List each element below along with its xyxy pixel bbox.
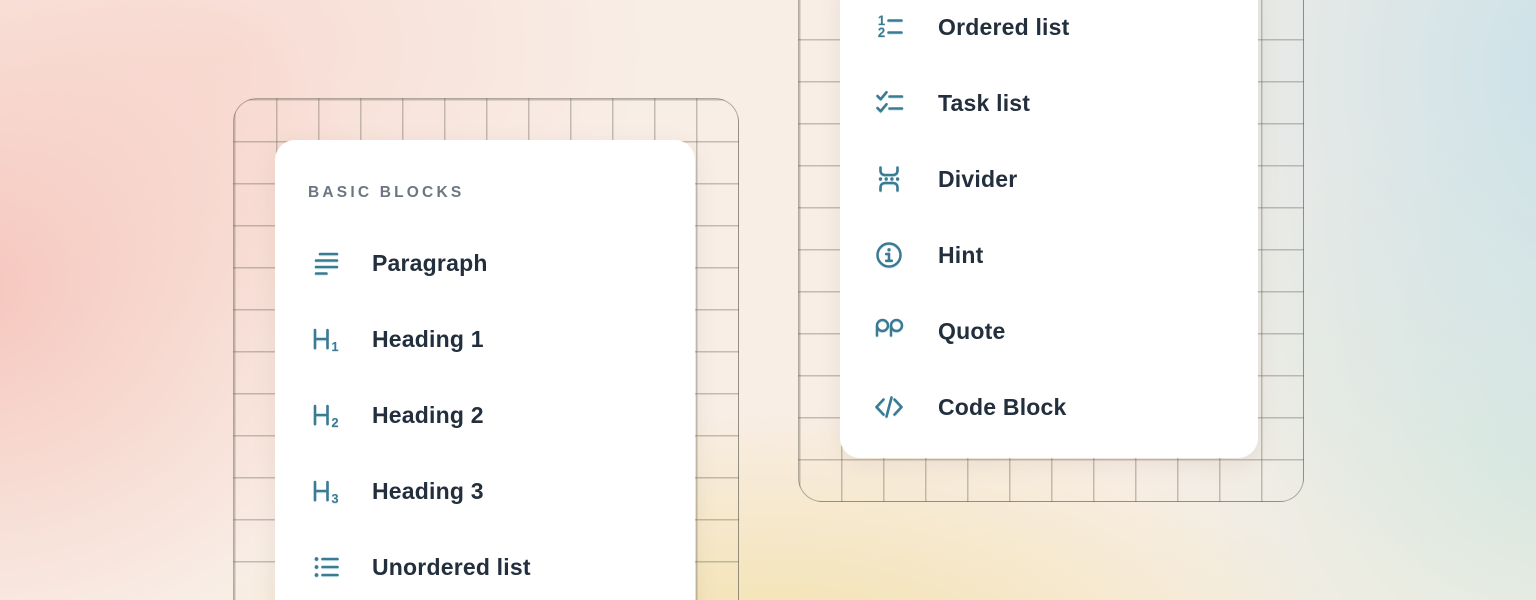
heading-3-icon: 3 <box>308 474 342 508</box>
quote-icon <box>872 314 906 348</box>
menu-item-divider[interactable]: Divider <box>872 141 1226 217</box>
menu-item-label: Heading 1 <box>372 326 484 353</box>
basic-blocks-menu-panel: BASIC BLOCKS Paragraph 1 Heading 1 <box>275 140 695 600</box>
menu-item-code-block[interactable]: Code Block <box>872 369 1226 445</box>
ordered-list-icon: 1 2 <box>872 10 906 44</box>
menu-item-label: Unordered list <box>372 554 531 581</box>
menu-item-label: Task list <box>938 90 1030 117</box>
heading-1-icon: 1 <box>308 322 342 356</box>
menu-item-paragraph[interactable]: Paragraph <box>308 225 662 301</box>
task-list-icon <box>872 86 906 120</box>
menu-item-label: Quote <box>938 318 1005 345</box>
svg-text:2: 2 <box>878 25 886 40</box>
unordered-list-icon <box>308 550 342 584</box>
menu-item-label: Code Block <box>938 394 1067 421</box>
menu-item-heading-1[interactable]: 1 Heading 1 <box>308 301 662 377</box>
menu-item-label: Heading 3 <box>372 478 484 505</box>
heading-2-icon: 2 <box>308 398 342 432</box>
menu-item-hint[interactable]: Hint <box>872 217 1226 293</box>
menu-item-heading-2[interactable]: 2 Heading 2 <box>308 377 662 453</box>
menu-item-unordered-list[interactable]: Unordered list <box>308 529 662 600</box>
svg-text:1: 1 <box>331 339 338 354</box>
menu-item-quote[interactable]: Quote <box>872 293 1226 369</box>
menu-item-label: Ordered list <box>938 14 1070 41</box>
menu-item-task-list[interactable]: Task list <box>872 65 1226 141</box>
menu-item-label: Heading 2 <box>372 402 484 429</box>
blocks-list: 1 2 Ordered list Task list <box>872 0 1226 445</box>
code-block-icon <box>872 390 906 424</box>
canvas-background: BASIC BLOCKS Paragraph 1 Heading 1 <box>0 0 1536 600</box>
menu-item-ordered-list[interactable]: 1 2 Ordered list <box>872 0 1226 65</box>
menu-item-label: Paragraph <box>372 250 488 277</box>
svg-text:3: 3 <box>331 491 338 506</box>
blocks-menu-panel-continued: 1 2 Ordered list Task list <box>840 0 1258 458</box>
menu-item-heading-3[interactable]: 3 Heading 3 <box>308 453 662 529</box>
divider-icon <box>872 162 906 196</box>
section-label-basic-blocks: BASIC BLOCKS <box>308 182 662 204</box>
svg-text:2: 2 <box>331 415 338 430</box>
paragraph-icon <box>308 246 342 280</box>
basic-blocks-list: Paragraph 1 Heading 1 2 <box>308 225 662 600</box>
menu-item-label: Divider <box>938 166 1017 193</box>
hint-icon <box>872 238 906 272</box>
menu-item-label: Hint <box>938 242 984 269</box>
